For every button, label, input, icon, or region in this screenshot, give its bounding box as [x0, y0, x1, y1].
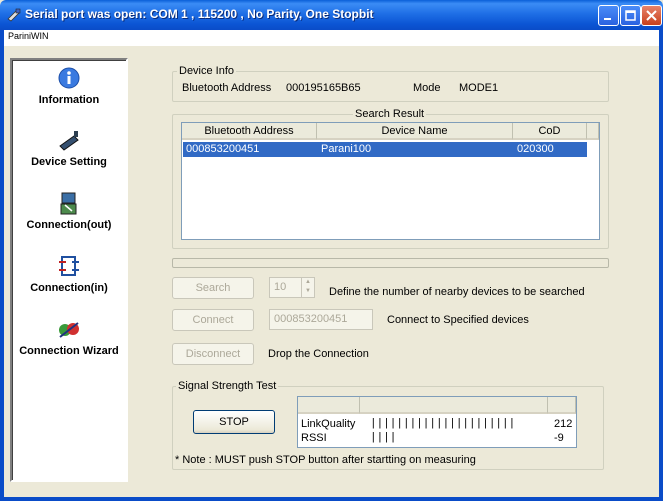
search-result-legend: Search Result — [353, 108, 427, 120]
connection-wizard-icon — [59, 322, 79, 338]
signal-note: * Note : MUST push STOP button after sta… — [175, 454, 476, 466]
column-header-name[interactable]: Device Name — [317, 123, 513, 140]
sidebar-item-label: Device Setting — [31, 156, 107, 168]
search-result-list[interactable]: Bluetooth Address Device Name CoD 000853… — [181, 122, 600, 240]
link-quality-label: LinkQuality — [301, 418, 356, 430]
title-bar[interactable]: Serial port was open: COM 1 , 115200 , N… — [0, 0, 663, 30]
progress-bar — [172, 258, 609, 268]
maximize-icon — [625, 10, 636, 21]
sidebar-item-connection-wizard[interactable]: Connection Wizard — [12, 317, 126, 357]
device-info-legend: Device Info — [177, 65, 237, 77]
search-count-input[interactable]: 10 — [269, 277, 302, 298]
menu-bar: PariniWIN — [4, 30, 659, 46]
column-header-filler — [587, 123, 599, 140]
sidebar-item-device-setting[interactable]: Device Setting — [12, 128, 126, 168]
column-header-cod[interactable]: CoD — [513, 123, 587, 140]
bt-address-value: 000195165B65 — [286, 82, 361, 94]
rssi-value: -9 — [554, 432, 564, 444]
link-quality-value: 212 — [554, 418, 573, 430]
signal-column-header — [548, 397, 576, 414]
window-frame-bottom — [0, 497, 663, 501]
window-frame-right — [659, 30, 663, 501]
minimize-button[interactable] — [598, 5, 619, 26]
signal-column-header — [360, 397, 548, 414]
search-button[interactable]: Search — [172, 277, 254, 299]
link-quality-bars: |||||||||||||||||||||| — [370, 418, 516, 430]
signal-strength-legend: Signal Strength Test — [176, 380, 279, 392]
sidebar-item-label: Connection Wizard — [19, 345, 119, 357]
row-cod: 020300 — [517, 143, 554, 155]
minimize-icon — [604, 18, 611, 20]
disconnect-button[interactable]: Disconnect — [172, 343, 254, 365]
connection-out-icon — [60, 192, 77, 215]
search-description: Define the number of nearby devices to b… — [329, 286, 585, 298]
rssi-label: RSSI — [301, 432, 327, 444]
close-icon — [646, 10, 657, 21]
app-icon — [7, 8, 21, 22]
close-button[interactable] — [641, 5, 662, 26]
sidebar-item-connection-in[interactable]: Connection(in) — [12, 254, 126, 294]
stop-button[interactable]: STOP — [193, 410, 275, 434]
sidebar-item-label: Connection(out) — [26, 219, 112, 231]
mode-label: Mode — [413, 82, 441, 94]
sidebar-item-label: Information — [38, 94, 100, 106]
spin-up-icon[interactable]: ▲ — [302, 278, 314, 287]
mode-value: MODE1 — [459, 82, 499, 94]
sidebar-item-connection-out[interactable]: Connection(out) — [12, 191, 126, 231]
spin-down-icon[interactable]: ▼ — [302, 287, 314, 296]
search-count-spinner[interactable]: ▲ ▼ — [301, 277, 315, 298]
window-title: Serial port was open: COM 1 , 115200 , N… — [25, 7, 374, 21]
connect-button[interactable]: Connect — [172, 309, 254, 331]
device-setting-icon — [59, 131, 79, 151]
row-address: 000853200451 — [186, 143, 260, 155]
bt-address-label: Bluetooth Address — [182, 82, 272, 94]
menu-item-app[interactable]: PariniWIN — [8, 31, 49, 41]
device-info-group: Device Info Bluetooth Address 000195165B… — [172, 65, 609, 102]
connect-address-input[interactable]: 000853200451 — [269, 309, 373, 330]
connection-in-icon — [59, 256, 79, 276]
signal-table: LinkQuality |||||||||||||||||||||| 212 R… — [297, 396, 577, 448]
disconnect-description: Drop the Connection — [268, 348, 369, 360]
maximize-button[interactable] — [620, 5, 641, 26]
rssi-bars: |||| — [370, 432, 397, 444]
sidebar-item-label: Connection(in) — [30, 282, 108, 294]
row-name: Parani100 — [321, 143, 372, 155]
connect-description: Connect to Specified devices — [387, 314, 529, 326]
table-row[interactable]: 000853200451 Parani100 020300 — [183, 142, 587, 157]
window-frame-left — [0, 30, 4, 501]
sidebar: Information Device Setting Connection(ou… — [10, 58, 128, 482]
info-icon — [58, 67, 80, 89]
signal-column-header — [298, 397, 360, 414]
column-header-address[interactable]: Bluetooth Address — [182, 123, 317, 140]
sidebar-item-information[interactable]: Information — [12, 66, 126, 106]
